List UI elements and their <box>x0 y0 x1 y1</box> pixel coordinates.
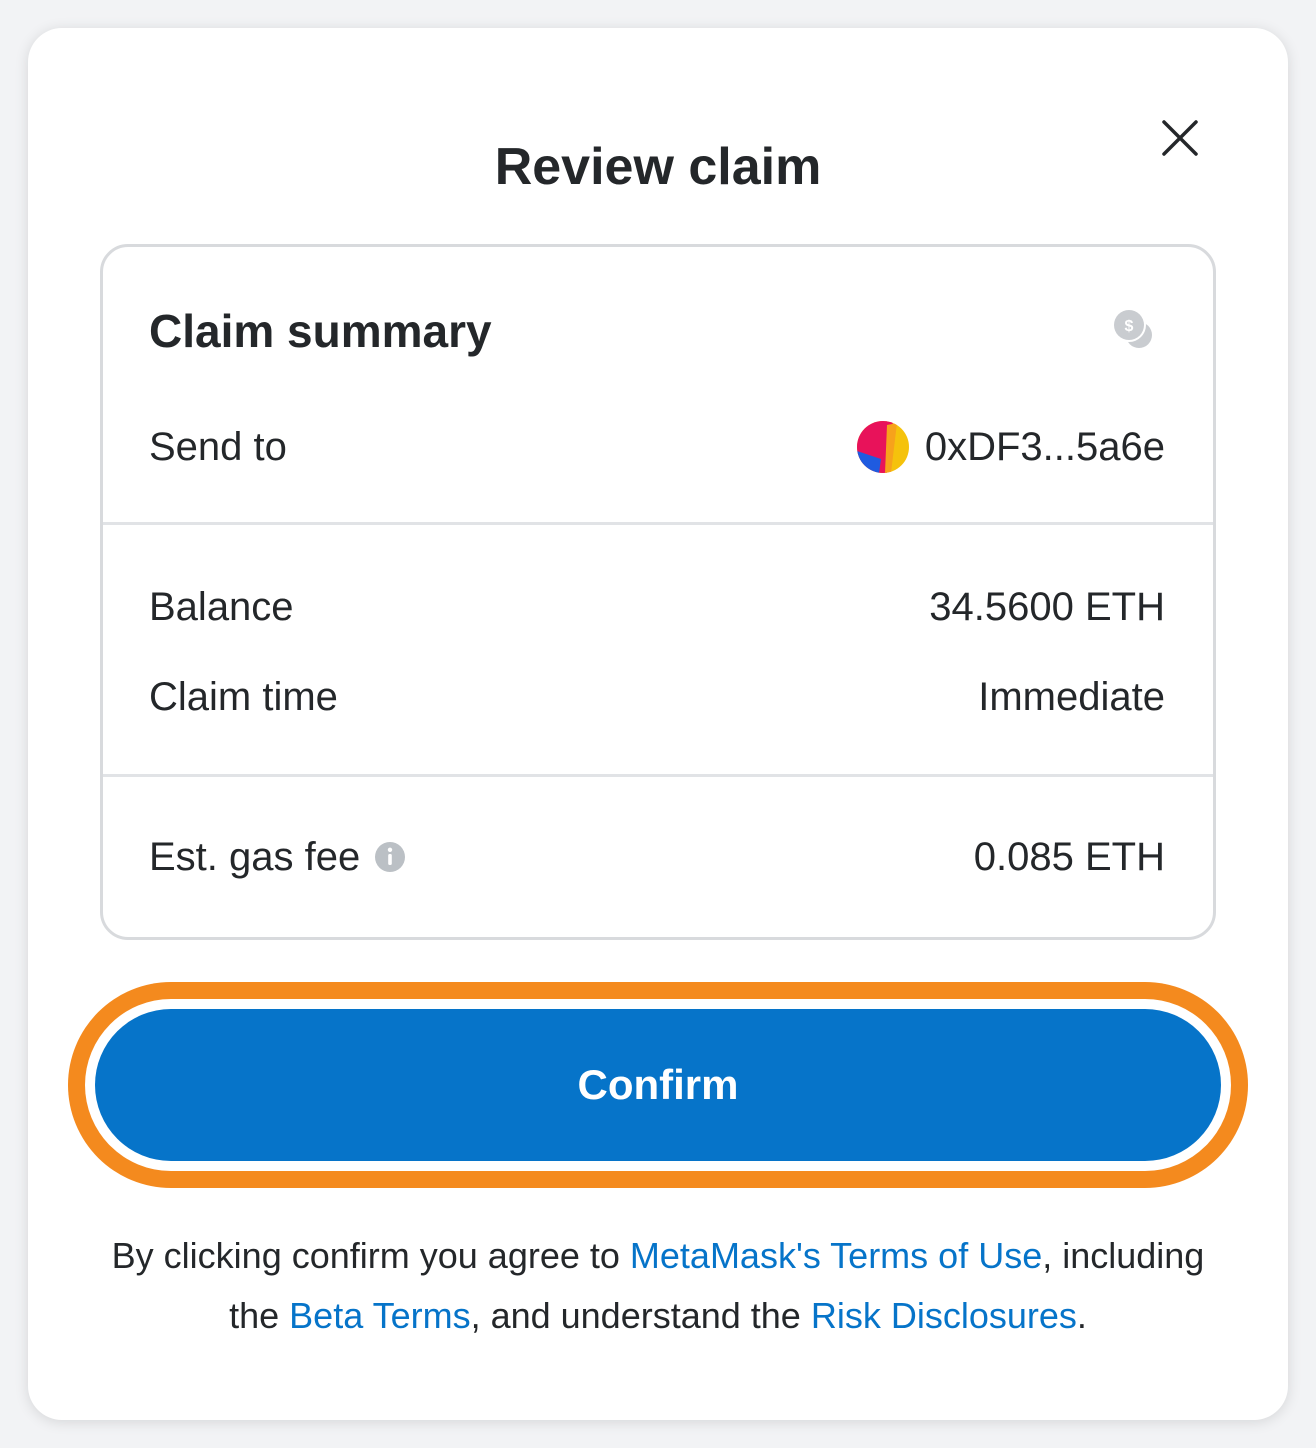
terms-disclaimer: By clicking confirm you agree to MetaMas… <box>88 1226 1228 1346</box>
send-to-row: Send to 0xDF3...5a6e <box>149 417 1165 477</box>
confirm-button[interactable]: Confirm <box>95 1009 1221 1161</box>
close-icon <box>1162 120 1198 156</box>
claim-time-label: Claim time <box>149 675 338 719</box>
summary-section-details: Balance 34.5600 ETH Claim time Immediate <box>103 525 1213 777</box>
modal-title: Review claim <box>494 138 822 196</box>
balance-label: Balance <box>149 585 294 629</box>
terms-of-use-link[interactable]: MetaMask's Terms of Use <box>630 1235 1042 1276</box>
disclaimer-text-4: . <box>1076 1295 1087 1336</box>
confirm-highlight-gap: Confirm <box>85 999 1231 1171</box>
summary-section-recipient: Claim summary $ Send to 0xDF3...5a6e <box>103 247 1213 525</box>
svg-text:$: $ <box>1125 318 1134 335</box>
claim-summary-card: Claim summary $ Send to 0xDF3...5a6e Bal… <box>100 244 1216 940</box>
gas-fee-value: 0.085 ETH <box>973 835 1165 879</box>
disclaimer-text-3: , and understand the <box>470 1295 811 1336</box>
confirm-highlight-ring: Confirm <box>68 982 1248 1188</box>
review-claim-modal: Review claim Claim summary $ Send to 0xD… <box>28 28 1288 1420</box>
beta-terms-link[interactable]: Beta Terms <box>289 1295 470 1336</box>
recipient-address: 0xDF3...5a6e <box>924 425 1165 469</box>
send-to-label: Send to <box>149 425 287 469</box>
risk-disclosures-link[interactable]: Risk Disclosures <box>811 1295 1077 1336</box>
recipient[interactable]: 0xDF3...5a6e <box>856 417 1165 477</box>
gas-fee-row: Est. gas fee 0.085 ETH <box>149 827 1165 887</box>
summary-section-fees: Est. gas fee 0.085 ETH <box>103 777 1213 937</box>
claim-time-row: Claim time Immediate <box>149 667 1165 727</box>
balance-value: 34.5600 ETH <box>929 585 1165 629</box>
account-avatar <box>856 421 909 473</box>
gas-fee-label-group: Est. gas fee <box>149 827 406 887</box>
balance-row: Balance 34.5600 ETH <box>149 577 1165 637</box>
claim-time-value: Immediate <box>978 675 1165 719</box>
coins-icon: $ <box>1112 308 1152 348</box>
disclaimer-text-1: By clicking confirm you agree to <box>111 1235 630 1276</box>
close-button[interactable] <box>1154 112 1206 164</box>
card-title: Claim summary <box>149 305 492 357</box>
gas-fee-label: Est. gas fee <box>149 835 361 879</box>
info-icon[interactable] <box>374 841 406 873</box>
